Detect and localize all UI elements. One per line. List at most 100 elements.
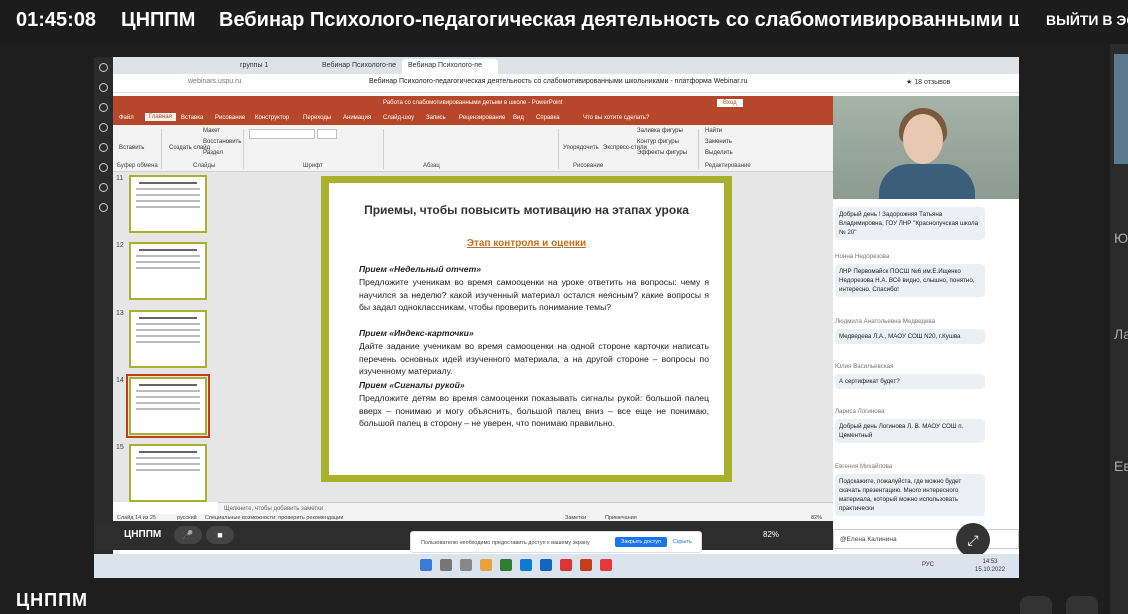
clock-icon[interactable] xyxy=(99,123,108,132)
cloud-icon[interactable] xyxy=(99,203,108,212)
slide-thumbnail[interactable] xyxy=(129,310,207,368)
font-size-select[interactable] xyxy=(317,129,337,139)
slide-thumbnail[interactable] xyxy=(129,175,207,233)
play-icon[interactable] xyxy=(99,163,108,172)
menu-transitions[interactable]: Переходы xyxy=(303,115,331,121)
shape-outline-button[interactable]: Контур фигуры xyxy=(637,139,679,145)
ribbon-divider xyxy=(558,129,559,169)
org-name: ЦНППМ xyxy=(121,9,196,31)
powerpoint-icon[interactable] xyxy=(580,559,592,571)
slide-thumbnail[interactable] xyxy=(129,444,207,502)
fullscreen-icon[interactable]: ⤢ xyxy=(956,523,990,557)
menu-insert[interactable]: Вставка xyxy=(181,115,203,121)
current-slide[interactable]: Приемы, чтобы повысить мотивацию на этап… xyxy=(321,176,732,482)
notes-pane[interactable]: Щелкните, чтобы добавить заметки xyxy=(218,502,833,514)
slide-thumbnail[interactable] xyxy=(129,242,207,300)
side-label-2: Ла xyxy=(1114,326,1128,342)
windows-taskbar: РУС 14:53 15.10.2022 xyxy=(94,554,1019,578)
side-label-1: Ю xyxy=(1114,230,1128,246)
arrange-button[interactable]: Упорядочить xyxy=(563,145,599,151)
screen-share-banner: Пользователю необходимо предоставить дос… xyxy=(410,531,702,553)
find-button[interactable]: Найти xyxy=(705,128,722,134)
profile-icon[interactable] xyxy=(99,63,108,72)
layout-button-ppt[interactable]: Макет xyxy=(203,128,220,134)
chat-message: Медведева Л.А., МАОУ СОШ N20, г.Кушва xyxy=(835,329,985,344)
menu-animation[interactable]: Анимация xyxy=(343,115,371,121)
menu-review[interactable]: Рецензирование xyxy=(459,115,505,121)
exit-button[interactable]: ВЫЙТИ В ЭС xyxy=(1046,12,1128,28)
browser-tab-2[interactable]: Вебинар Психолого-пе xyxy=(316,59,400,74)
slide-thumbnail-selected[interactable] xyxy=(126,374,210,438)
menu-record[interactable]: Запись xyxy=(426,115,446,121)
block-text: Предложите детям во время самооценки пок… xyxy=(359,393,709,429)
signin-button[interactable]: Вход xyxy=(717,99,743,107)
search-icon[interactable] xyxy=(440,559,452,571)
ribbon-divider xyxy=(383,129,384,169)
layout-button[interactable] xyxy=(1066,596,1098,614)
shape-effects-button[interactable]: Эффекты фигуры xyxy=(637,150,687,156)
chrome-icon[interactable] xyxy=(560,559,572,571)
reset-button[interactable]: Восстановить xyxy=(203,139,241,145)
reviews-link[interactable]: ★ 18 отзывов xyxy=(906,78,950,86)
group-drawing: Рисование xyxy=(573,163,604,169)
bookmarks-icon[interactable] xyxy=(99,103,108,112)
reaction-button[interactable] xyxy=(1020,596,1052,614)
group-slides: Слайды xyxy=(193,163,216,169)
thumb-number: 13 xyxy=(116,310,124,317)
side-label-3: Ев xyxy=(1114,458,1128,474)
ribbon-divider xyxy=(698,129,699,169)
font-family-select[interactable] xyxy=(249,129,315,139)
chat-message: Добрый день Логинова Л. В. МАОУ СОШ п. Ц… xyxy=(835,419,985,443)
slide-content: Приемы, чтобы повысить мотивацию на этап… xyxy=(329,183,724,475)
ppt-ribbon: Вставить Создать слайд Макет Восстановит… xyxy=(113,125,833,172)
explorer-icon[interactable] xyxy=(480,559,492,571)
powerpoint-window: Работа со слабомотивированными детьми в … xyxy=(113,96,833,523)
presenter-face xyxy=(903,114,943,164)
menu-view[interactable]: Вид xyxy=(513,115,524,121)
microphone-icon[interactable]: 🎤 xyxy=(174,526,202,544)
shape-fill-button[interactable]: Заливка фигуры xyxy=(637,128,683,134)
tell-me-search[interactable]: Что вы хотите сделать? xyxy=(583,115,649,121)
slide-canvas: Приемы, чтобы повысить мотивацию на этап… xyxy=(218,172,833,502)
replace-button[interactable]: Заменить xyxy=(705,139,732,145)
group-font: Шрифт xyxy=(303,163,323,169)
participant-thumbnail[interactable] xyxy=(1114,54,1128,164)
taskview-icon[interactable] xyxy=(460,559,472,571)
history-icon[interactable] xyxy=(99,83,108,92)
paste-button[interactable]: Вставить xyxy=(119,145,144,151)
yandex-icon[interactable] xyxy=(600,559,612,571)
menu-slideshow[interactable]: Слайд-шоу xyxy=(383,115,414,121)
chat-input[interactable]: @Елена Калинина xyxy=(833,529,1019,549)
menu-design[interactable]: Конструктор xyxy=(255,115,289,121)
start-icon[interactable] xyxy=(420,559,432,571)
hide-link[interactable]: Скрыть xyxy=(673,539,692,545)
ribbon-divider xyxy=(243,129,244,169)
group-paragraph: Абзац xyxy=(423,163,440,169)
section-button[interactable]: Раздел xyxy=(203,150,223,156)
menu-home[interactable]: Главная xyxy=(145,113,176,121)
ppt-title-bar: Работа со слабомотивированными детьми в … xyxy=(113,96,833,112)
keyboard-language[interactable]: РУС xyxy=(922,562,934,568)
url-field[interactable]: webinars.uspu.ru xyxy=(188,78,241,85)
menu-help[interactable]: Справка xyxy=(536,115,560,121)
slide-thumbnails: 11 12 13 14 15 xyxy=(113,172,218,502)
right-side-panel: Ю Ла Ев xyxy=(1110,44,1128,614)
chat-message: Подскажите, пожалуйста, где можно будет … xyxy=(835,474,985,516)
menu-file[interactable]: Файл xyxy=(119,115,134,121)
close-access-button[interactable]: Закрыть доступ xyxy=(615,537,668,547)
camera-icon[interactable]: ■ xyxy=(206,526,234,544)
group-clipboard: Буфер обмена xyxy=(117,163,158,169)
browser-tab-3[interactable]: Вебинар Психолого-пе xyxy=(402,59,498,74)
select-button[interactable]: Выделить xyxy=(705,150,733,156)
browser-tab-1[interactable]: группы 1 xyxy=(234,59,314,74)
menu-draw[interactable]: Рисование xyxy=(215,115,245,121)
excel-icon[interactable] xyxy=(500,559,512,571)
ppt-window-title: Работа со слабомотивированными детьми в … xyxy=(383,100,563,106)
webinar-title: Вебинар Психолого-педагогическая деятель… xyxy=(219,9,1019,31)
word-icon[interactable] xyxy=(540,559,552,571)
taskbar-clock[interactable]: 14:53 15.10.2022 xyxy=(975,558,1005,574)
webinar-zoom[interactable]: 82% xyxy=(763,530,779,539)
edge-icon[interactable] xyxy=(520,559,532,571)
download-icon[interactable] xyxy=(99,183,108,192)
settings-icon[interactable] xyxy=(99,143,108,152)
